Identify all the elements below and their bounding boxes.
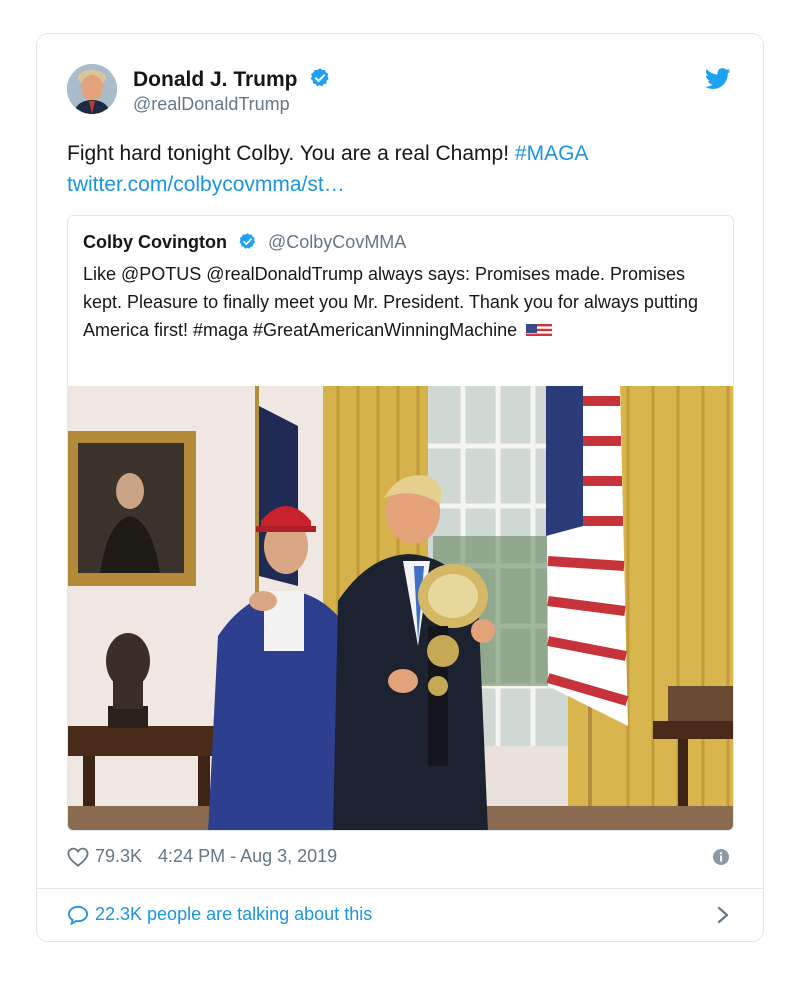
tweet-text: Fight hard tonight Colby. You are a real… [67,138,727,200]
quoted-photo[interactable] [68,386,734,831]
author-name[interactable]: Donald J. Trump [133,67,331,92]
like-count[interactable]: 79.3K [95,846,142,867]
speech-bubble-icon [67,905,89,925]
quoted-body: Like @POTUS @realDonaldTrump always says… [83,264,698,340]
tweet-embed-card[interactable]: Donald J. Trump @realDonaldTrump Fight h… [36,33,764,942]
twitter-bird-icon[interactable] [705,68,731,90]
conversation-count[interactable]: 22.3K people are talking about this [95,904,372,925]
quoted-tweet-link[interactable]: twitter.com/colbycovmma/st… [67,173,345,196]
tweet-timestamp[interactable]: 4:24 PM - Aug 3, 2019 [158,846,337,867]
author-name-text[interactable]: Donald J. Trump [133,68,298,91]
quoted-author-handle[interactable]: @ColbyCovMMA [268,232,406,252]
info-icon[interactable] [713,849,729,865]
conversation-link[interactable]: 22.3K people are talking about this [67,904,372,925]
heart-icon[interactable] [67,847,89,867]
author-handle[interactable]: @realDonaldTrump [133,94,290,115]
quoted-author-name[interactable]: Colby Covington [83,232,227,252]
us-flag-emoji-icon [526,321,553,338]
tweet-meta: 79.3K 4:24 PM - Aug 3, 2019 [67,846,337,867]
quoted-header: Colby Covington @ColbyCovMMA [83,232,406,253]
verified-badge-icon [311,68,330,87]
quoted-tweet[interactable]: Colby Covington @ColbyCovMMA Like @POTUS… [67,215,734,831]
tweet-body: Fight hard tonight Colby. You are a real… [67,142,510,165]
footer-divider [37,888,763,889]
quoted-text: Like @POTUS @realDonaldTrump always says… [83,260,713,344]
hashtag-link[interactable]: #MAGA [515,142,589,165]
verified-badge-icon [239,233,256,249]
author-avatar[interactable] [67,64,117,114]
chevron-right-icon[interactable] [717,906,729,924]
